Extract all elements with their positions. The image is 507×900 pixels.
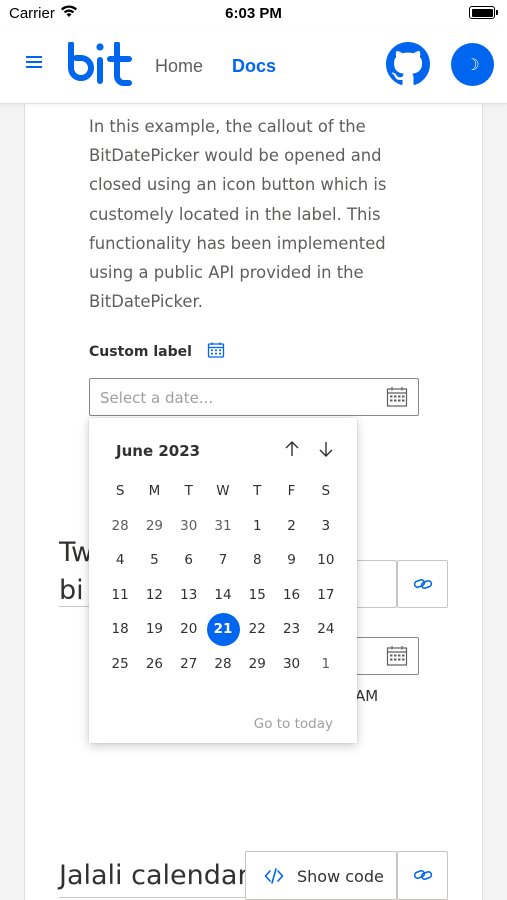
day-cell[interactable]: 26 [137, 647, 171, 682]
weekday-label: S [321, 483, 331, 499]
day-cell[interactable]: 20 [172, 612, 206, 647]
day-cell[interactable]: 1 [309, 647, 343, 682]
nav-docs-link[interactable]: Docs [232, 56, 276, 77]
battery-icon [469, 6, 498, 19]
day-cell[interactable]: 11 [103, 578, 137, 613]
day-cell[interactable]: 22 [240, 612, 274, 647]
clock: 6:03 PM [225, 5, 282, 22]
status-bar: Carrier 6:03 PM [0, 0, 507, 28]
week-row: 18 19 20 21 22 23 24 [103, 612, 343, 647]
day-cell[interactable]: 16 [274, 578, 308, 613]
day-cell[interactable]: 3 [309, 509, 343, 544]
moon-icon: ☽ [465, 55, 480, 74]
day-cell[interactable]: 7 [206, 543, 240, 578]
weekday-label: F [287, 483, 296, 499]
day-cell[interactable]: 4 [103, 543, 137, 578]
day-cell[interactable]: 27 [172, 647, 206, 682]
weekday-row: S M T W T F S [103, 474, 343, 509]
day-cell[interactable]: 9 [274, 543, 308, 578]
day-cell[interactable]: 29 [137, 509, 171, 544]
section-title: Tw bi [59, 537, 94, 606]
day-cell[interactable]: 14 [206, 578, 240, 613]
day-cell[interactable]: 17 [309, 578, 343, 613]
day-cell[interactable]: 19 [137, 612, 171, 647]
copy-link-button[interactable] [397, 560, 448, 608]
month-year-title[interactable]: June 2023 [116, 442, 200, 460]
weekday-label: M [148, 483, 161, 499]
day-cell[interactable]: 30 [274, 647, 308, 682]
day-cell[interactable]: 28 [103, 509, 137, 544]
arrow-down-icon[interactable] [315, 438, 337, 460]
weekday-label: S [115, 483, 125, 499]
week-row: 28 29 30 31 1 2 3 [103, 509, 343, 544]
week-row: 25 26 27 28 29 30 1 [103, 647, 343, 682]
custom-label: Custom label [89, 344, 192, 360]
copy-link-button[interactable] [397, 851, 448, 900]
week-row: 4 5 6 7 8 9 10 [103, 543, 343, 578]
weekday-label: W [216, 483, 230, 499]
date-placeholder: Select a date... [100, 389, 214, 407]
bit-logo[interactable] [67, 42, 133, 86]
day-cell[interactable]: 23 [274, 612, 308, 647]
top-header: Home Docs ☽ [0, 28, 507, 104]
go-to-today-link[interactable]: Go to today [254, 716, 333, 732]
hamburger-menu-icon[interactable] [26, 56, 42, 70]
date-picker-input[interactable]: Select a date... [89, 378, 419, 416]
day-cell[interactable]: 30 [172, 509, 206, 544]
section-title: Jalali calendar [59, 860, 249, 891]
nav-home-link[interactable]: Home [155, 56, 203, 77]
calendar-icon[interactable] [207, 341, 225, 359]
day-cell[interactable]: 5 [137, 543, 171, 578]
day-cell[interactable]: 8 [240, 543, 274, 578]
day-cell[interactable]: 1 [240, 509, 274, 544]
day-cell[interactable]: 10 [309, 543, 343, 578]
app-screen: Carrier 6:03 PM Home Docs ☽ In this exam… [0, 0, 507, 900]
example-description: In this example, the callout of the BitD… [89, 117, 387, 312]
calendar-callout: June 2023 S M T W T F S 28 29 30 31 1 2 … [89, 418, 357, 743]
calendar-icon[interactable] [386, 645, 408, 667]
day-cell[interactable]: 12 [137, 578, 171, 613]
link-icon [413, 579, 433, 589]
day-cell[interactable]: 18 [103, 612, 137, 647]
day-cell-selected[interactable]: 21 [206, 612, 241, 647]
calendar-icon[interactable] [386, 386, 408, 408]
day-cell[interactable]: 28 [206, 647, 240, 682]
day-cell[interactable]: 15 [240, 578, 274, 613]
time-suffix: AM [355, 687, 379, 705]
weekday-label: T [184, 483, 193, 499]
link-icon [413, 870, 433, 880]
day-cell[interactable]: 25 [103, 647, 137, 682]
calendar-grid: S M T W T F S 28 29 30 31 1 2 3 4 5 6 7 … [103, 474, 343, 681]
code-icon [264, 868, 284, 884]
week-row: 11 12 13 14 15 16 17 [103, 578, 343, 613]
day-cell[interactable]: 31 [206, 509, 240, 544]
github-icon[interactable] [386, 42, 430, 86]
arrow-up-icon[interactable] [281, 438, 303, 460]
show-code-button[interactable]: Show code [245, 851, 397, 900]
theme-toggle-button[interactable]: ☽ [451, 43, 494, 86]
day-cell[interactable]: 29 [240, 647, 274, 682]
day-cell[interactable]: 6 [172, 543, 206, 578]
day-cell[interactable]: 13 [172, 578, 206, 613]
weekday-label: T [253, 483, 262, 499]
day-cell[interactable]: 24 [309, 612, 343, 647]
day-cell[interactable]: 2 [274, 509, 308, 544]
